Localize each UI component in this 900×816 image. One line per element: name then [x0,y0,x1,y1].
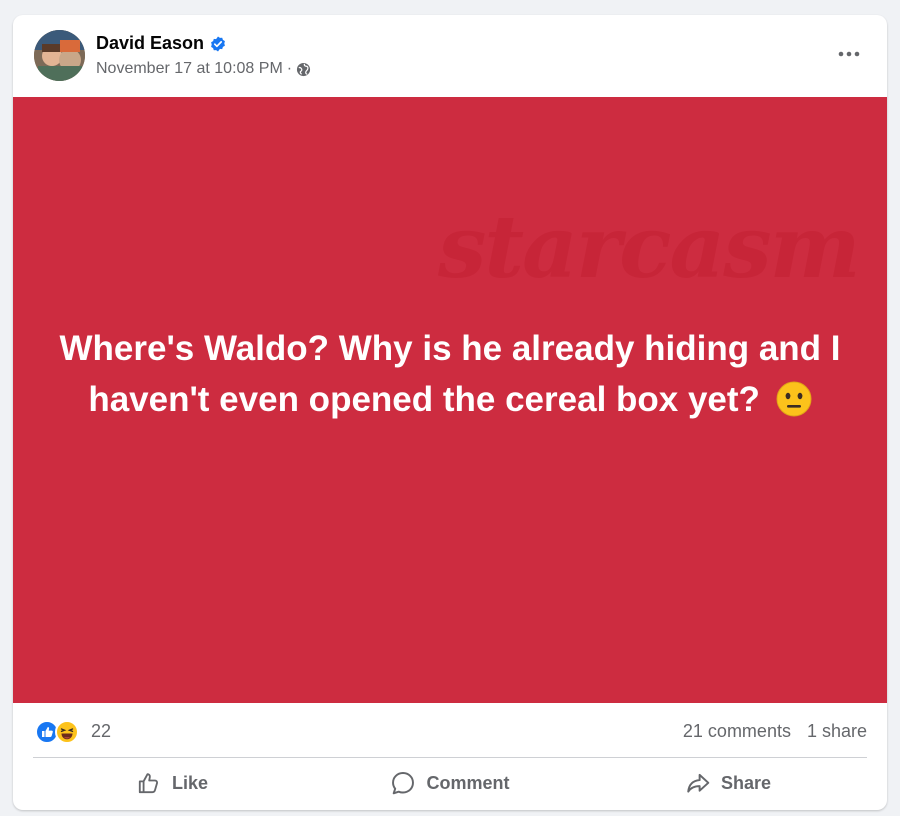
like-label: Like [171,772,209,793]
reaction-count[interactable]: 22 [91,721,111,742]
post-timestamp[interactable]: November 17 at 10:08 PM [96,60,283,78]
actions-divider [33,757,867,758]
avatar-image [34,30,85,81]
post-card: David Eason November 17 at 10:08 PM · st… [13,15,887,810]
starcasm-watermark: starcasm [438,197,861,298]
post-header: David Eason November 17 at 10:08 PM · [13,15,887,97]
comment-button[interactable]: Comment [311,763,589,803]
comment-bubble-icon [392,772,415,795]
author-avatar[interactable] [34,30,85,81]
share-arrow-icon [687,773,710,793]
more-dots-icon [838,51,860,57]
reactions-row: 22 21 comments 1 share [33,715,867,749]
post-background: starcasm Where's Waldo? Why is he alread… [13,97,887,703]
more-options-button[interactable] [831,39,867,69]
thumbs-up-icon [138,773,158,794]
engagement-counts: 21 comments 1 share [683,721,867,742]
reaction-icons[interactable] [35,720,79,744]
post-actions-bar: Like Comment Share [33,763,867,803]
comment-label: Comment [426,772,510,793]
share-button[interactable]: Share [589,763,867,803]
meta-separator: · [286,60,293,77]
shares-count[interactable]: 1 share [807,721,867,742]
verified-badge-icon [210,36,226,52]
public-globe-icon [296,62,311,77]
post-text: Where's Waldo? Why is he already hiding … [53,323,847,425]
neutral-face-emoji-icon [776,380,812,417]
author-name[interactable]: David Eason [96,33,204,54]
like-button[interactable]: Like [33,763,311,803]
comments-count[interactable]: 21 comments [683,721,791,742]
haha-reaction-icon [55,720,79,744]
share-label: Share [720,772,772,793]
post-text-content: Where's Waldo? Why is he already hiding … [59,329,841,419]
